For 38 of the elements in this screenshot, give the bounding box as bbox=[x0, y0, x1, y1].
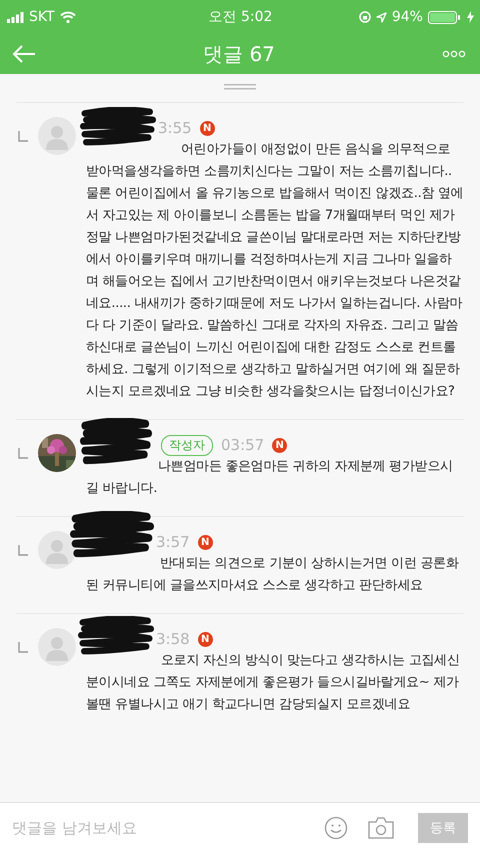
signal-icon bbox=[7, 12, 24, 22]
redaction-scribble bbox=[80, 418, 152, 466]
comment-text: 어린아가들이 애정없이 만든 음식을 의무적으로 받아먹을생각을하면 소름끼치신다는 그말이 저는 소름끼칩니다.. 물론 어린이집에서 올 유기농으로 밥을해서 먹이진 않겠죠..참 옆에서 자고있는 제 아이를보니 소름돋는 밥을 7개월때부터 먹인 제가 정말 나쁜엄마가된것같네요 글쓴이님 말대로라면 저는 지하단칸방에서 아이를키우며 매끼니를 걱정하며사는게 지금 그나마 일을하며 해들어오는 집에서 고기반찬먹이면서 애키우는것보다 나은것같네요..... 내새끼가 중하기때문에 저도 나가서 일하는겁니다. 사람마다 다 기준이 달라요. 말씀하신 그대로 각자의 자유죠. 그리고 말씀하신대로 글쓴님이 느끼신 어린이집에 대한 감정도 스스로 컨트롤하세요. 그렇게 이기적으로 생각하고 말하실거면 여기에 왜 질문하시는지 모르겠네요 그냥 비슷한 생각을찾으시는 답정너이신가요? bbox=[86, 141, 464, 401]
battery-icon bbox=[428, 10, 462, 24]
new-badge: N bbox=[272, 438, 288, 452]
comment-time: 3:55 bbox=[158, 119, 192, 137]
camera-icon[interactable] bbox=[368, 817, 394, 839]
reply-mark-icon bbox=[18, 448, 28, 459]
wifi-icon bbox=[60, 11, 76, 23]
new-badge: N bbox=[200, 120, 215, 136]
status-time: 오전 5:02 bbox=[208, 8, 272, 26]
reply-mark-icon bbox=[18, 545, 28, 556]
back-arrow-icon[interactable] bbox=[12, 44, 36, 64]
reply-mark-icon bbox=[18, 131, 28, 142]
avatar-icon bbox=[38, 117, 76, 155]
battery-percent: 94% bbox=[392, 9, 423, 25]
avatar-icon bbox=[38, 531, 76, 569]
comment-text: 반대되는 의견으로 기분이 상하시는거면 이런 공론화된 커뮤니티에 글을쓰지마셔요 스스로 생각하고 판단하세요 bbox=[86, 555, 460, 595]
avatar-icon bbox=[38, 628, 76, 666]
charging-bolt-icon bbox=[466, 11, 474, 23]
drag-handle-icon[interactable] bbox=[224, 84, 256, 90]
comment-text: 오로지 자신의 방식이 맞는다고 생각하시는 고집세신분이시네요 그쪽도 자제분에게 좋은평가 들으시길바랄게요~ 제가볼땐 유별나시고 애기 학교다니면 감당되실지 모르겠네요 bbox=[86, 652, 461, 714]
author-badge: 작성자 bbox=[161, 434, 213, 456]
comment-time: 03:57 bbox=[221, 436, 264, 454]
location-arrow-icon bbox=[376, 12, 387, 22]
header-title: 댓글 67 bbox=[203, 40, 275, 68]
comment-input-field[interactable]: 댓글을 남겨보세요 bbox=[12, 818, 304, 838]
carrier-name: SKT bbox=[29, 9, 55, 25]
rotation-lock-icon bbox=[358, 11, 371, 23]
comment-text: 나쁜엄마든 좋은엄마든 귀하의 자제분께 평가받으시길 바랍니다. bbox=[86, 458, 454, 498]
comment-time: 3:58 bbox=[156, 630, 190, 648]
submit-button[interactable]: 등록 bbox=[418, 813, 468, 843]
new-badge: N bbox=[198, 632, 213, 646]
comment-time: 3:57 bbox=[156, 533, 190, 551]
new-badge: N bbox=[198, 534, 213, 550]
emoji-icon[interactable] bbox=[324, 816, 348, 840]
reply-mark-icon bbox=[18, 642, 28, 653]
more-icon[interactable] bbox=[442, 50, 466, 58]
